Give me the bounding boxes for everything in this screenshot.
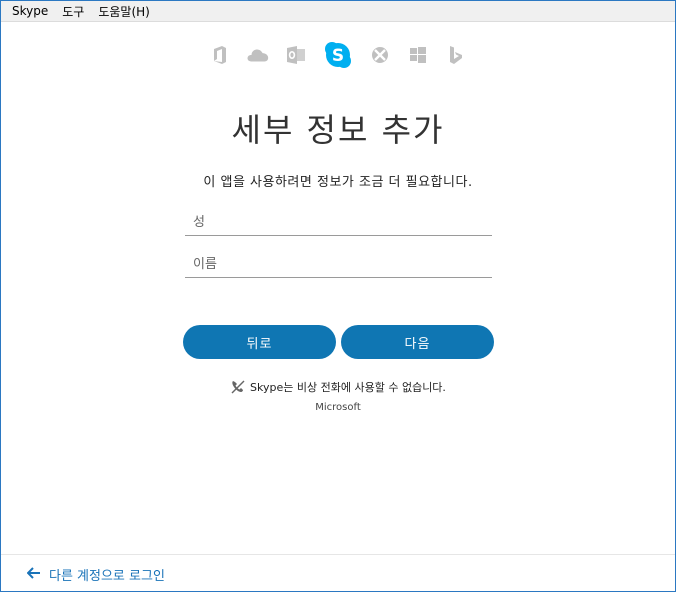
windows-icon <box>406 43 430 67</box>
menu-bar: Skype 도구 도움말(H) <box>1 1 675 22</box>
bing-icon <box>444 43 468 67</box>
sign-in-different-account-link[interactable]: 다른 계정으로 로그인 <box>26 565 165 584</box>
back-button[interactable]: 뒤로 <box>183 325 336 359</box>
first-name-input[interactable] <box>185 251 492 277</box>
emergency-call-notice-text: Skype는 비상 전화에 사용할 수 없습니다. <box>250 381 446 394</box>
microsoft-product-bar: S <box>1 39 675 71</box>
footer-divider <box>1 554 675 555</box>
skype-window: Skype 도구 도움말(H) S 세부 정보 추가 이 앱을 사용하려면 정보… <box>0 0 676 592</box>
svg-text:S: S <box>332 46 344 66</box>
last-name-input[interactable] <box>185 209 492 235</box>
arrow-left-icon <box>26 566 41 583</box>
office-icon <box>208 43 232 67</box>
no-emergency-call-icon <box>230 379 246 395</box>
last-name-field <box>185 209 492 236</box>
menu-skype[interactable]: Skype <box>5 4 55 18</box>
sign-in-different-account-label: 다른 계정으로 로그인 <box>49 569 165 584</box>
menu-help[interactable]: 도움말(H) <box>91 3 157 20</box>
xbox-icon <box>368 43 392 67</box>
menu-tools[interactable]: 도구 <box>55 3 91 20</box>
skype-icon: S <box>322 39 354 71</box>
onedrive-icon <box>246 43 270 67</box>
page-subtitle: 이 앱을 사용하려면 정보가 조금 더 필요합니다. <box>203 175 473 190</box>
microsoft-brand: Microsoft <box>315 402 361 413</box>
emergency-call-notice: Skype는 비상 전화에 사용할 수 없습니다. <box>1 379 675 395</box>
first-name-field <box>185 251 492 278</box>
outlook-icon <box>284 43 308 67</box>
page-title: 세부 정보 추가 <box>231 111 445 149</box>
next-button[interactable]: 다음 <box>341 325 494 359</box>
